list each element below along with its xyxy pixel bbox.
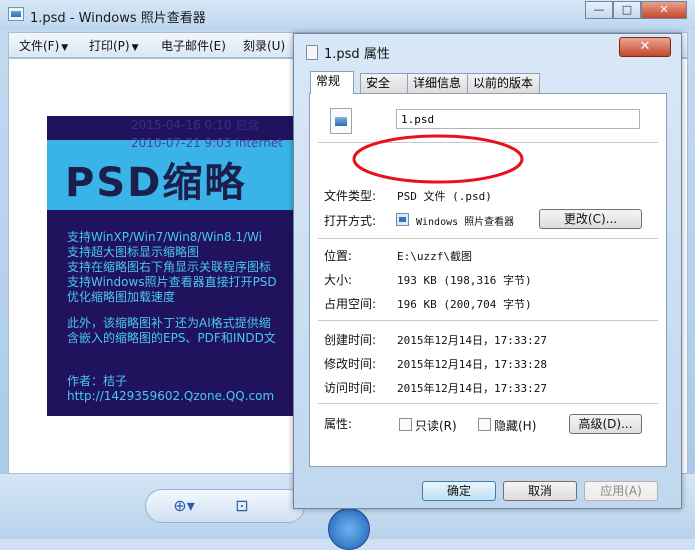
preview-line: 优化缩略图加载速度: [67, 290, 176, 304]
menu-file[interactable]: 文件(F) ▼: [19, 37, 68, 54]
viewer-title: 1.psd - Windows 照片查看器: [30, 11, 206, 26]
size-label: 大小:: [324, 273, 353, 287]
preview-date-1: 2015-04-16 0:10 包含: [131, 118, 260, 132]
tab-general[interactable]: 常规: [310, 71, 354, 94]
ok-button[interactable]: 确定: [422, 481, 496, 501]
psd-file-icon: [330, 108, 352, 134]
preview-line: 含嵌入的缩略图的EPS、PDF和INDD文: [67, 331, 276, 345]
change-button[interactable]: 更改(C)...: [539, 209, 642, 229]
readonly-checkbox[interactable]: [399, 418, 412, 431]
close-button[interactable]: ✕: [641, 1, 687, 19]
preview-extra-text: 此外，该缩略图补丁还为AI格式提供缩 含嵌入的缩略图的EPS、PDF和INDD文: [67, 316, 276, 346]
preview-heading: PSD缩略: [65, 160, 247, 206]
tab-details[interactable]: 详细信息: [407, 73, 468, 93]
preview-line: 支持Windows照片查看器直接打开PSD: [67, 275, 277, 289]
hidden-checkbox[interactable]: [478, 418, 491, 431]
preview-line: 此外，该缩略图补丁还为AI格式提供缩: [67, 316, 271, 330]
preview-line: 支持超大图标显示缩略图: [67, 245, 200, 259]
advanced-button[interactable]: 高级(D)...: [569, 414, 642, 434]
accessed-value: 2015年12月14日，17:33:27: [397, 382, 547, 395]
opens-with-value: Windows 照片查看器: [416, 217, 515, 228]
dialog-title: 1.psd 属性: [324, 47, 390, 62]
preview-line: 支持在缩略图右下角显示关联程序图标: [67, 260, 272, 274]
photo-viewer-icon: [8, 7, 24, 21]
properties-dialog: 1.psd 属性 ✕ 常规 安全 详细信息 以前的版本 文件类型: PSD 文件…: [293, 33, 682, 509]
photo-viewer-icon: [396, 213, 409, 226]
location-value: E:\uzzf\截图: [397, 250, 472, 263]
menu-print[interactable]: 打印(P) ▼: [89, 37, 139, 54]
minimize-button[interactable]: —: [585, 1, 613, 19]
size-on-disk-value: 196 KB (200,704 字节): [397, 298, 532, 311]
hidden-label: 隐藏(H): [494, 419, 537, 433]
file-icon: [306, 45, 318, 60]
created-label: 创建时间:: [324, 333, 377, 347]
filename-input[interactable]: [396, 109, 640, 129]
size-value: 193 KB (198,316 字节): [397, 274, 532, 287]
divider: [318, 238, 658, 239]
chevron-down-icon: ▼: [131, 43, 139, 53]
divider: [318, 403, 658, 404]
created-value: 2015年12月14日，17:33:27: [397, 334, 547, 347]
fit-window-icon[interactable]: ⊡: [230, 496, 254, 516]
menu-burn-label: 刻录(U): [243, 39, 286, 53]
preview-feature-list: 支持WinXP/Win7/Win8/Win8.1/Wi 支持超大图标显示缩略图 …: [67, 230, 305, 305]
preview-author: 作者：桔子 http://1429359602.Qzone.QQ.com: [67, 374, 274, 404]
cancel-button[interactable]: 取消: [503, 481, 577, 501]
accessed-label: 访问时间:: [324, 381, 377, 395]
tab-previous-versions[interactable]: 以前的版本: [467, 73, 540, 93]
menu-email-label: 电子邮件(E): [161, 39, 226, 53]
apply-button[interactable]: 应用(A): [584, 481, 658, 501]
preview-date-2: 2010-07-21 9:03 Internet: [131, 136, 283, 150]
opens-with-label: 打开方式:: [324, 214, 377, 228]
file-type-value: PSD 文件 (.psd): [397, 190, 492, 203]
divider: [318, 320, 658, 321]
preview-line: 作者：桔子: [67, 374, 128, 388]
menu-print-label: 打印(P): [89, 39, 130, 53]
modified-label: 修改时间:: [324, 357, 377, 371]
attributes-label: 属性:: [324, 417, 353, 431]
chevron-down-icon: ▼: [61, 43, 69, 53]
size-on-disk-label: 占用空间:: [324, 297, 377, 311]
location-label: 位置:: [324, 249, 353, 263]
preview-line: http://1429359602.Qzone.QQ.com: [67, 389, 275, 403]
controls-pill: [145, 489, 305, 523]
red-annotation-ellipse: [352, 134, 524, 184]
psd-preview-image: 2015-04-16 0:10 包含 2010-07-21 9:03 Inter…: [47, 116, 305, 416]
menu-burn[interactable]: 刻录(U): [243, 37, 285, 54]
zoom-icon[interactable]: ⊕▾: [172, 496, 196, 516]
tab-security[interactable]: 安全: [360, 73, 408, 93]
viewer-titlebar: 1.psd - Windows 照片查看器 — □ ✕: [0, 0, 695, 30]
maximize-button[interactable]: □: [613, 1, 641, 19]
file-type-label: 文件类型:: [324, 189, 377, 203]
modified-value: 2015年12月14日，17:33:28: [397, 358, 547, 371]
menu-email[interactable]: 电子邮件(E): [161, 37, 226, 54]
slideshow-button[interactable]: [328, 508, 370, 550]
readonly-label: 只读(R): [415, 419, 457, 433]
dialog-close-button[interactable]: ✕: [619, 37, 671, 57]
menu-file-label: 文件(F): [19, 39, 60, 53]
preview-line: 支持WinXP/Win7/Win8/Win8.1/Wi: [67, 230, 263, 244]
